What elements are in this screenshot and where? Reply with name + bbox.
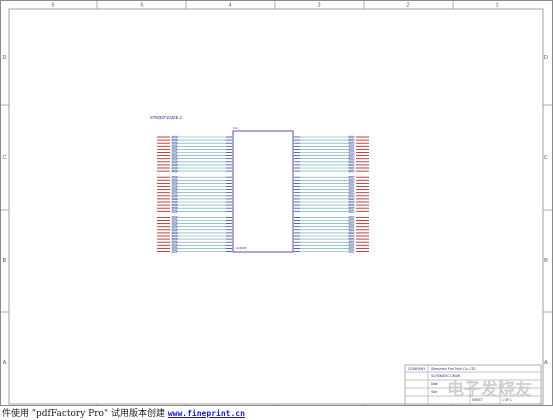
title-block-line-2: Date [431, 382, 438, 386]
sheet-inner-frame [8, 8, 544, 405]
pdf-footer: 件使用 "pdfFactory Pro" 试用版本创建 www.fineprin… [0, 406, 553, 420]
footer-text: 件使用 "pdfFactory Pro" 试用版本创建 www.fineprin… [2, 406, 245, 419]
schematic-sheet: 654321 D DC CB BA A STM32F103ZE.2 Vcc GND2B … [0, 0, 553, 406]
row-label: A [544, 360, 548, 366]
title-block-line-1: SCHEMATIC DRAW [431, 374, 460, 378]
component-title: STM32F103ZE.2 [150, 115, 183, 120]
row-label: A [3, 360, 7, 366]
footer-prefix: 件使用 "pdfFactory Pro" 试用版本创建 [2, 409, 165, 419]
column-label: 5 [140, 3, 143, 9]
mcu-body [232, 130, 294, 253]
row-zone-markers: D D C C B B A A [0, 55, 553, 366]
column-zone-markers: 6 5 4 3 2 1 [51, 0, 499, 406]
watermark: 电子发烧友 [447, 379, 532, 400]
column-label: 1 [495, 3, 498, 9]
column-label: 2 [406, 3, 409, 9]
column-label: 6 [51, 3, 54, 9]
row-label: D [544, 55, 548, 61]
row-label: C [544, 155, 548, 161]
row-label: B [3, 258, 7, 264]
column-label: 3 [317, 3, 320, 9]
row-label: D [3, 55, 7, 61]
title-block: COMPANY Shenzhen Fire Tech Co.,LTD SCHEM… [404, 364, 542, 405]
title-block-company-label: COMPANY [408, 367, 426, 371]
row-label: B [544, 258, 548, 264]
sheet-outer-frame [0, 0, 553, 406]
left-pin-group [157, 135, 233, 253]
component-pin-prefix: Vcc [233, 126, 239, 130]
footer-link[interactable]: www.fineprint.cn [168, 409, 245, 418]
row-label: C [3, 155, 7, 161]
right-pin-group [293, 135, 369, 253]
title-block-company-value: Shenzhen Fire Tech Co.,LTD [431, 367, 476, 371]
column-label: 4 [228, 3, 231, 9]
component-pin-suffix: GND2B [236, 246, 246, 250]
title-block-line-3: Size [431, 390, 437, 394]
